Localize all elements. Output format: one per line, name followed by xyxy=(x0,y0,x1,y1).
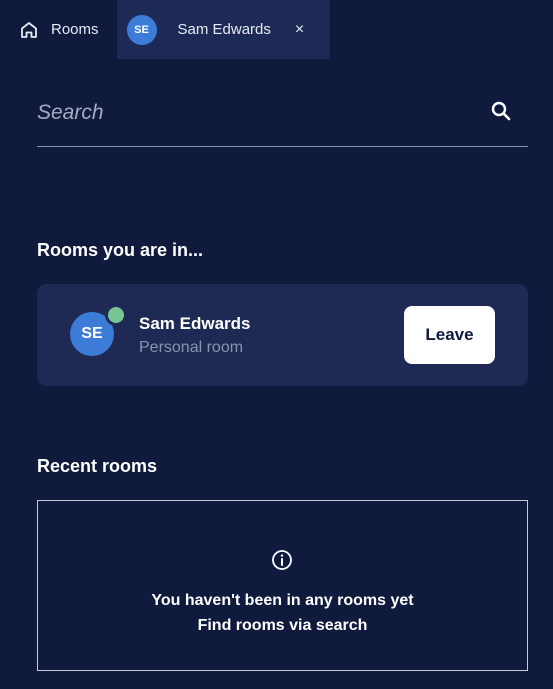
leave-button[interactable]: Leave xyxy=(404,306,495,364)
avatar: SE xyxy=(126,14,157,45)
close-icon[interactable]: × xyxy=(295,21,304,39)
tab-rooms[interactable]: Rooms xyxy=(0,0,117,59)
rooms-in-title: Rooms you are in... xyxy=(37,240,204,260)
search-icon[interactable] xyxy=(490,100,512,122)
room-subtitle: Personal room xyxy=(139,339,244,356)
empty-hint: Find rooms via search xyxy=(197,617,368,634)
room-name: Sam Edwards xyxy=(139,314,251,333)
home-icon xyxy=(21,21,37,38)
app-root: Rooms SE Sam Edwards × Rooms you are in.… xyxy=(0,0,553,689)
presence-indicator xyxy=(105,304,127,326)
empty-message: You haven't been in any rooms yet xyxy=(151,592,414,609)
tab-bar: Rooms SE Sam Edwards × xyxy=(0,0,553,59)
search-bar xyxy=(37,88,528,147)
info-icon xyxy=(272,550,292,570)
room-card: SE Sam Edwards Personal room Leave xyxy=(37,284,528,386)
tab-rooms-label: Rooms xyxy=(51,21,99,38)
search-input[interactable] xyxy=(37,96,457,130)
tab-sam-edwards-label: Sam Edwards xyxy=(177,21,271,38)
recent-rooms-empty-state: You haven't been in any rooms yet Find r… xyxy=(37,500,528,671)
recent-rooms-title: Recent rooms xyxy=(37,456,158,476)
tab-sam-edwards[interactable]: SE Sam Edwards × xyxy=(116,0,331,59)
